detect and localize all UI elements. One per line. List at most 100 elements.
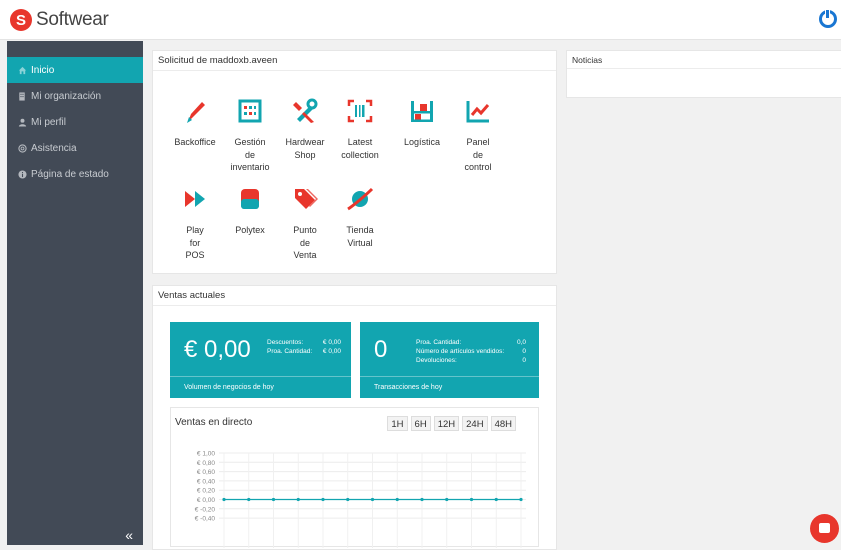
sidebar: Inicio Mi organización Mi perfil Asisten… xyxy=(7,41,143,545)
data-point xyxy=(370,497,375,502)
range-6h-button[interactable]: 6H xyxy=(410,416,431,431)
chart-line-icon xyxy=(466,101,490,123)
sidebar-item-pagina-de-estado[interactable]: Página de estado xyxy=(7,161,143,187)
app-label: Latest xyxy=(347,137,373,147)
detail-label: Número de artículos vendidos: xyxy=(416,348,505,355)
range-12h-button[interactable]: 12H xyxy=(433,416,460,431)
app-label: collection xyxy=(341,149,379,160)
power-icon[interactable] xyxy=(819,9,837,28)
chat-icon[interactable] xyxy=(810,514,839,543)
pen-icon xyxy=(187,102,205,123)
live-sales-title: Ventas en directo xyxy=(175,417,253,428)
app-label: Play xyxy=(186,225,204,235)
y-tick-label: € 0,00 xyxy=(197,497,215,504)
info-icon xyxy=(17,169,27,179)
detail-value: 0,0 xyxy=(516,339,526,346)
building-icon xyxy=(17,91,27,101)
app-label: Virtual xyxy=(347,237,373,248)
app-label: Polytex xyxy=(235,225,265,235)
app-label: Logística xyxy=(403,137,441,147)
app-label: de xyxy=(472,149,483,160)
detail-value: 0 xyxy=(522,357,526,364)
y-tick-label: € 0,20 xyxy=(197,488,215,495)
lifebuoy-icon xyxy=(17,143,27,153)
softwear-logo[interactable]: S Softwear xyxy=(10,9,109,31)
sidebar-item-label: Asistencia xyxy=(31,142,77,154)
data-point xyxy=(395,497,399,502)
app-label: inventario xyxy=(230,162,270,172)
data-point xyxy=(346,497,350,502)
detail-label: Proa. Cantidad: xyxy=(416,339,462,346)
data-point xyxy=(469,497,474,502)
detail-label: Descuentos: xyxy=(267,339,304,346)
app-tienda-virtual[interactable]: Tienda Virtual xyxy=(332,184,388,249)
y-tick-label: € 0,60 xyxy=(197,469,215,476)
revenue-footer: Volumen de negocios de hoy xyxy=(170,376,351,398)
revenue-tile[interactable]: € 0,00 Descuentos: € 0,00 Proa. Cantidad… xyxy=(170,322,351,398)
y-tick-label: € -0,20 xyxy=(195,506,216,513)
tag-icon xyxy=(295,189,318,209)
sidebar-item-label: Mi organización xyxy=(31,90,102,102)
time-range-selector: 1H 6H 12H 24H 48H xyxy=(384,416,516,431)
data-point xyxy=(296,497,300,502)
app-hardwear-shop[interactable]: Hardwear Shop xyxy=(277,96,333,161)
y-tick-label: € 0,80 xyxy=(197,460,215,467)
data-point xyxy=(519,497,523,502)
range-1h-button[interactable]: 1H xyxy=(387,416,408,431)
sidebar-item-label: Página de estado xyxy=(31,168,109,180)
planet-icon xyxy=(347,187,374,211)
app-label: for xyxy=(189,237,201,248)
collapse-sidebar-button[interactable]: « xyxy=(125,527,133,543)
app-label: de xyxy=(299,237,310,248)
data-point xyxy=(271,497,276,502)
detail-label: Proa. Cantidad: xyxy=(267,348,313,355)
app-play-for-pos[interactable]: Play for POS xyxy=(167,184,223,262)
app-label: Venta xyxy=(293,250,317,260)
app-label: Gestión xyxy=(234,137,266,147)
y-tick-label: € 1,00 xyxy=(197,451,215,458)
detail-value: € 0,00 xyxy=(322,339,341,346)
live-sales-card: Ventas en directo 1H 6H 12H 24H 48H € 1,… xyxy=(170,407,539,548)
app-label: Hardwear xyxy=(285,137,325,147)
revenue-details: Descuentos: € 0,00 Proa. Cantidad: € 0,0… xyxy=(267,338,341,356)
app-logistica[interactable]: Logística xyxy=(394,96,450,149)
detail-value: 0 xyxy=(522,348,526,355)
news-panel-title: Noticias xyxy=(567,51,841,69)
y-tick-label: € 0,40 xyxy=(197,478,215,485)
data-point xyxy=(445,497,449,502)
sidebar-item-label: Inicio xyxy=(31,64,55,76)
logo-mark: S xyxy=(10,9,32,31)
home-icon xyxy=(17,65,27,75)
shelves-icon xyxy=(411,101,433,122)
app-label: control xyxy=(464,162,492,172)
range-48h-button[interactable]: 48H xyxy=(490,416,516,431)
sidebar-item-mi-organizacion[interactable]: Mi organización xyxy=(7,83,143,109)
sidebar-item-label: Mi perfil xyxy=(31,116,67,128)
live-sales-chart: € 1,00 € 0,80 € 0,60 € 0,40 € 0,20 € 0,00 € -0… xyxy=(195,451,526,548)
apps-panel: Solicitud de maddoxb.aveen Backoffice Ge… xyxy=(152,50,557,274)
sidebar-item-mi-perfil[interactable]: Mi perfil xyxy=(7,109,143,135)
transactions-details: Proa. Cantidad: 0,0 Número de artículos … xyxy=(416,338,526,365)
data-point xyxy=(321,497,325,502)
app-label: de xyxy=(244,149,255,160)
transactions-tile[interactable]: 0 Proa. Cantidad: 0,0 Número de artículo… xyxy=(360,322,539,398)
play-icon xyxy=(185,191,205,207)
app-backoffice[interactable]: Backoffice xyxy=(167,96,223,149)
app-label: Shop xyxy=(294,149,316,160)
user-icon xyxy=(17,117,27,127)
app-gestion-de-inventario[interactable]: Gestión de inventario xyxy=(222,96,278,174)
abacus-icon xyxy=(238,99,262,123)
barcode-icon xyxy=(347,99,373,123)
range-24h-button[interactable]: 24H xyxy=(462,416,488,431)
data-point xyxy=(222,497,226,502)
app-punto-de-venta[interactable]: Punto de Venta xyxy=(277,184,333,262)
data-point xyxy=(420,497,424,502)
app-latest-collection[interactable]: Latest collection xyxy=(332,96,388,161)
sidebar-item-asistencia[interactable]: Asistencia xyxy=(7,135,143,161)
sidebar-item-inicio[interactable]: Inicio xyxy=(7,57,143,83)
app-polytex[interactable]: Polytex xyxy=(222,184,278,237)
detail-value: € 0,00 xyxy=(322,348,341,355)
app-label: Backoffice xyxy=(174,137,216,147)
app-panel-de-control[interactable]: Panel de control xyxy=(450,96,506,174)
app-label: POS xyxy=(185,250,205,260)
